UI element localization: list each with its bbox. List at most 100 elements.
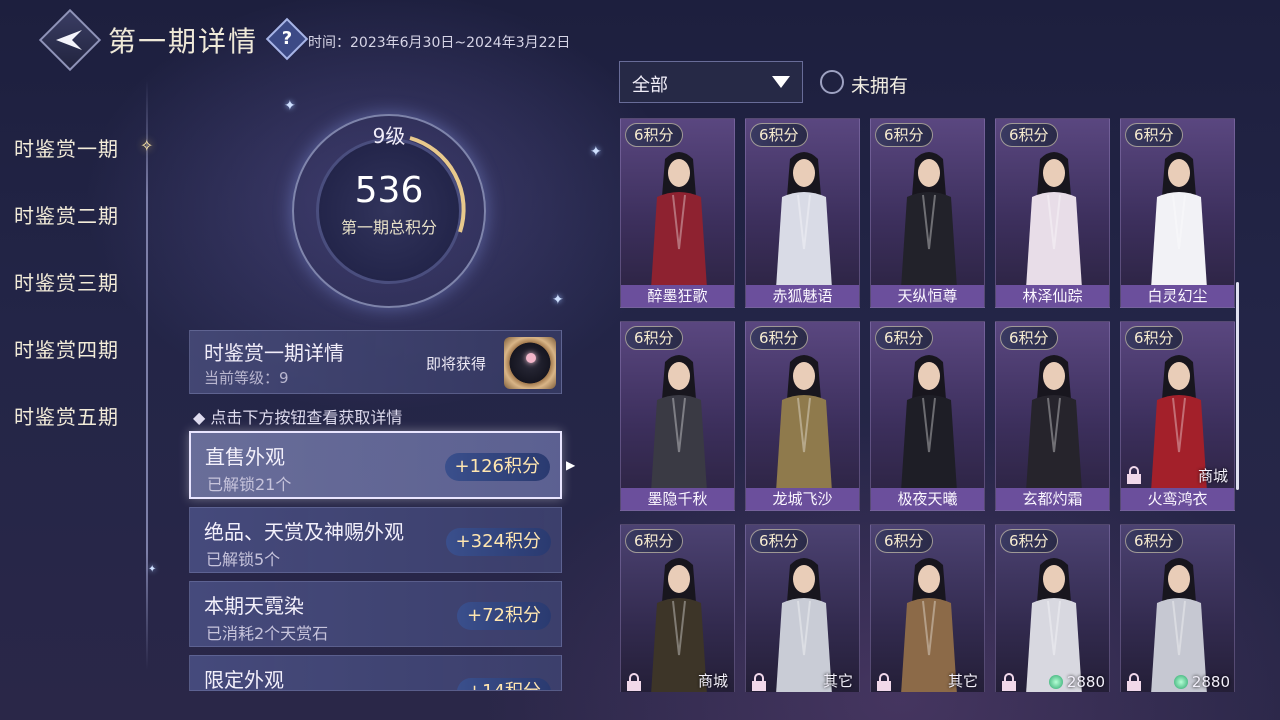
category-title: 直售外观 bbox=[205, 445, 285, 469]
points-badge: 6积分 bbox=[625, 326, 683, 350]
sparkle-icon: ✦ bbox=[284, 98, 296, 114]
active-indicator-icon: ✧ bbox=[140, 136, 154, 155]
source-label: 商城 bbox=[697, 672, 728, 690]
points-badge: 6积分 bbox=[1125, 529, 1183, 553]
nav-item-period-3[interactable]: 时鉴赏三期 bbox=[14, 267, 119, 296]
outfit-name: 龙城飞沙 bbox=[746, 488, 859, 510]
outfit-card[interactable]: 6积分火鸾鸿衣 商城 bbox=[1120, 321, 1235, 511]
points-badge: 6积分 bbox=[875, 123, 933, 147]
category-points-badge: +126积分 bbox=[444, 453, 550, 481]
outfit-card[interactable]: 6积分玄都灼霜 bbox=[995, 321, 1110, 511]
outfit-name: 赤狐魅语 bbox=[746, 285, 859, 307]
outfit-card[interactable]: 6积分商城 bbox=[620, 524, 735, 692]
points-badge: 6积分 bbox=[625, 529, 683, 553]
points-badge: 6积分 bbox=[625, 123, 683, 147]
score-progress-arc bbox=[409, 136, 466, 233]
character-figure bbox=[1151, 558, 1207, 692]
points-badge: 6积分 bbox=[1125, 326, 1183, 350]
lock-icon bbox=[877, 673, 891, 691]
category-dye[interactable]: 本期天霓染 已消耗2个天赏石 +72积分 bbox=[189, 581, 562, 647]
outfit-card[interactable]: 6积分林泽仙踪 bbox=[995, 118, 1110, 308]
total-score: 536 bbox=[354, 170, 424, 211]
points-badge: 6积分 bbox=[875, 326, 933, 350]
nav-divider bbox=[146, 80, 148, 670]
outfit-card[interactable]: 6积分醉墨狂歌 bbox=[620, 118, 735, 308]
page-title: 第一期详情 bbox=[108, 25, 259, 58]
upcoming-reward-label: 即将获得 bbox=[426, 355, 487, 373]
period-detail-title: 时鉴赏一期详情 bbox=[204, 341, 344, 365]
current-level-text: 当前等级：9 bbox=[204, 369, 289, 387]
nav-item-period-1[interactable]: 时鉴赏一期 bbox=[14, 133, 119, 162]
character-figure bbox=[1026, 558, 1082, 692]
filter-selected-value: 全部 bbox=[632, 75, 668, 96]
outfit-card[interactable]: 6积分 2880 bbox=[995, 524, 1110, 692]
price-label: 2880 bbox=[1048, 673, 1105, 691]
source-label: 其它 bbox=[947, 672, 978, 690]
outfit-card[interactable]: 6积分其它 bbox=[745, 524, 860, 692]
outfit-name: 玄都灼霜 bbox=[996, 488, 1109, 510]
jade-currency-icon bbox=[1173, 675, 1188, 689]
points-badge: 6积分 bbox=[750, 123, 808, 147]
source-label: 其它 bbox=[822, 672, 853, 690]
outfit-card[interactable]: 6积分赤狐魅语 bbox=[745, 118, 860, 308]
outfit-card[interactable]: 6积分墨隐千秋 bbox=[620, 321, 735, 511]
outfit-name: 醉墨狂歌 bbox=[621, 285, 734, 307]
time-range: 时间：2023年6月30日~2024年3月22日 bbox=[308, 35, 571, 51]
outfit-card[interactable]: 6积分其它 bbox=[870, 524, 985, 692]
category-title: 绝品、天赏及神赐外观 bbox=[204, 520, 404, 544]
jade-currency-icon bbox=[1048, 675, 1063, 689]
hint-text: ◆ 点击下方按钮查看获取详情 bbox=[193, 408, 403, 427]
grid-scrollbar[interactable] bbox=[1236, 282, 1239, 490]
nav-item-period-4[interactable]: 时鉴赏四期 bbox=[14, 334, 119, 363]
lock-icon bbox=[1127, 466, 1141, 484]
category-points-badge: +324积分 bbox=[445, 528, 551, 556]
lock-icon bbox=[1002, 673, 1016, 691]
category-sub: 已解锁5个 bbox=[206, 550, 281, 569]
total-score-caption: 第一期总积分 bbox=[340, 218, 437, 237]
points-badge: 6积分 bbox=[1125, 123, 1183, 147]
price-value: 2880 bbox=[1191, 673, 1230, 691]
sparkle-icon: ✦ bbox=[148, 564, 157, 575]
outfit-name: 极夜天曦 bbox=[871, 488, 984, 510]
chevron-down-icon bbox=[772, 76, 790, 88]
outfit-card[interactable]: 6积分天纵恒尊 bbox=[870, 118, 985, 308]
points-badge: 6积分 bbox=[1000, 529, 1058, 553]
outfit-name: 林泽仙踪 bbox=[996, 285, 1109, 307]
filter-dropdown[interactable]: 全部 bbox=[619, 61, 803, 103]
points-badge: 6积分 bbox=[1000, 123, 1058, 147]
sparkle-icon: ✦ bbox=[552, 292, 564, 308]
source-label: 商城 bbox=[1197, 467, 1228, 485]
nav-item-period-5[interactable]: 时鉴赏五期 bbox=[14, 401, 119, 430]
category-premium[interactable]: 绝品、天赏及神赐外观 已解锁5个 +324积分 bbox=[189, 507, 562, 573]
points-badge: 6积分 bbox=[875, 529, 933, 553]
outfit-card[interactable]: 6积分极夜天曦 bbox=[870, 321, 985, 511]
category-sub: 已消耗2个天赏石 bbox=[206, 624, 329, 643]
points-badge: 6积分 bbox=[750, 326, 808, 350]
period-detail-card[interactable]: 时鉴赏一期详情 当前等级：9 即将获得 bbox=[189, 330, 562, 394]
lock-icon bbox=[752, 673, 766, 691]
unowned-label[interactable]: 未拥有 bbox=[851, 71, 908, 98]
unowned-radio[interactable] bbox=[820, 70, 844, 94]
outfit-name: 墨隐千秋 bbox=[621, 488, 734, 510]
help-icon[interactable]: ? bbox=[272, 24, 302, 54]
outfit-card[interactable]: 6积分 白灵幻尘 bbox=[1120, 118, 1235, 308]
upcoming-reward-icon[interactable] bbox=[504, 337, 556, 389]
lock-icon bbox=[1127, 673, 1141, 691]
category-points-badge: +72积分 bbox=[457, 602, 551, 630]
points-badge: 6积分 bbox=[750, 529, 808, 553]
nav-item-period-2[interactable]: 时鉴赏二期 bbox=[14, 200, 119, 229]
category-limited[interactable]: 限定外观 +14积分 bbox=[189, 655, 562, 691]
outfit-card[interactable]: 6积分龙城飞沙 bbox=[745, 321, 860, 511]
outfit-grid: 6积分 醉墨狂歌 6积分 赤狐魅语 6积分 天纵恒尊 6积分 林泽仙踪 6积分 白灵幻尘 6积分 墨隐… bbox=[616, 110, 1240, 692]
price-label: 2880 bbox=[1173, 673, 1230, 691]
category-sub: 已解锁21个 bbox=[207, 475, 292, 494]
lock-icon bbox=[627, 673, 641, 691]
outfit-name: 天纵恒尊 bbox=[871, 285, 984, 307]
back-arrow-icon bbox=[56, 30, 82, 50]
outfit-card[interactable]: 6积分 2880 bbox=[1120, 524, 1235, 692]
points-badge: 6积分 bbox=[1000, 326, 1058, 350]
category-direct-sale[interactable]: 直售外观 已解锁21个 +126积分 bbox=[189, 431, 562, 499]
category-title: 本期天霓染 bbox=[204, 594, 304, 618]
selected-arrow-icon: ▶ bbox=[566, 458, 576, 472]
outfit-name: 火鸾鸿衣 bbox=[1121, 488, 1234, 510]
